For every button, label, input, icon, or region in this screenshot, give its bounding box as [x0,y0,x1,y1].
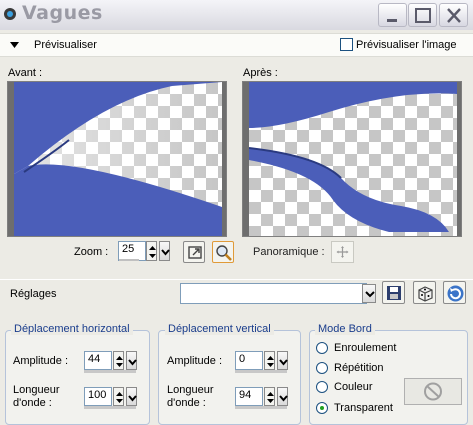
horizontal-amplitude-label: Amplitude : [13,355,69,367]
horizontal-wavelength-dropdown[interactable] [126,387,137,406]
vertical-amplitude-spinner[interactable] [264,351,275,370]
vertical-amplitude-slider[interactable] [235,370,287,373]
after-preview-image [249,82,457,236]
zoom-dropdown-button[interactable] [159,241,170,261]
dice-icon [418,286,433,302]
vertical-wavelength-input[interactable]: 94 [235,387,263,406]
minimize-icon [387,19,397,22]
vertical-wavelength-label-1: Longueur [167,384,214,396]
reset-button[interactable] [443,281,466,304]
before-preview[interactable] [7,81,227,237]
no-color-icon [424,382,442,401]
collapse-triangle-icon[interactable] [10,42,19,48]
close-button[interactable] [439,3,468,27]
vertical-wavelength-slider[interactable] [235,406,287,409]
close-icon [447,8,461,23]
pan-label: Panoramique : [253,246,325,258]
horizontal-wavelength-spinner[interactable] [113,387,124,406]
vertical-amplitude-dropdown[interactable] [277,351,288,370]
chevron-down-icon [365,291,375,298]
title-bar: Vagues [0,0,473,30]
save-disk-icon [387,286,401,300]
maximize-button[interactable] [408,3,437,27]
radio-repeat-label: Répétition [334,362,384,374]
chevron-down-icon [161,249,170,256]
radio-repeat[interactable] [316,362,328,374]
horizontal-displacement-group [5,330,150,425]
fit-window-icon [188,246,202,259]
radio-wrap-label: Enroulement [334,342,397,354]
radio-transparent[interactable] [316,402,328,414]
preview-image-label: Prévisualiser l'image [356,39,457,51]
separator [0,279,473,280]
horizontal-group-title: Déplacement horizontal [11,323,133,335]
chevron-down-icon [279,395,288,402]
preview-bar: Prévisualiser Prévisualiser l'image [0,33,473,57]
horizontal-amplitude-input[interactable]: 44 [84,351,112,370]
pan-button[interactable] [331,241,354,263]
radio-selected-dot [320,406,324,410]
horizontal-amplitude-dropdown[interactable] [126,351,137,370]
window-title: Vagues [22,2,103,24]
move-arrows-icon [336,246,349,258]
spinner-arrows-icon [116,392,123,403]
spinner-arrows-icon [116,356,123,367]
vertical-amplitude-input[interactable]: 0 [235,351,263,370]
chevron-down-icon [128,395,137,402]
horizontal-amplitude-spinner[interactable] [113,351,124,370]
edge-mode-title: Mode Bord [315,323,375,335]
spinner-arrows-icon [267,392,274,403]
horizontal-wavelength-slider[interactable] [84,406,136,409]
before-preview-image [14,82,222,236]
vertical-wavelength-spinner[interactable] [264,387,275,406]
fit-to-window-button[interactable] [183,241,205,263]
zoom-tool-button[interactable] [212,241,234,263]
horizontal-amplitude-slider[interactable] [84,370,136,373]
vertical-wavelength-label-2: d'onde : [167,397,206,409]
after-label: Après : [243,67,278,79]
radio-transparent-label: Transparent [334,402,393,414]
zoom-spinner[interactable] [146,241,157,261]
radio-color-label: Couleur [334,381,373,393]
spinner-arrows-icon [149,246,156,258]
chevron-down-icon [128,359,137,366]
minimize-button[interactable] [378,3,407,27]
radio-wrap[interactable] [316,342,328,354]
chevron-down-icon [279,359,288,366]
vertical-amplitude-label: Amplitude : [167,355,223,367]
before-label: Avant : [8,67,43,79]
magnifier-icon [216,245,232,261]
zoom-input[interactable]: 25 [118,241,146,261]
preset-dropdown-button[interactable] [362,284,376,303]
preset-input[interactable] [180,283,367,304]
zoom-label: Zoom : [74,246,109,258]
vertical-group-title: Déplacement vertical [165,323,274,335]
app-icon [4,8,16,20]
preview-label: Prévisualiser [34,39,97,51]
randomize-button[interactable] [413,281,436,304]
horizontal-wavelength-input[interactable]: 100 [84,387,112,406]
spinner-arrows-icon [267,356,274,367]
edge-color-swatch[interactable] [404,378,462,405]
radio-color[interactable] [316,381,328,393]
settings-label: Réglages [10,288,57,300]
after-preview[interactable] [242,81,462,237]
vertical-displacement-group [158,330,301,425]
vertical-wavelength-dropdown[interactable] [277,387,288,406]
reset-icon [447,285,464,302]
horizontal-wavelength-label-1: Longueur [13,384,60,396]
save-preset-button[interactable] [382,281,405,304]
preview-image-checkbox[interactable] [340,38,353,51]
maximize-icon [415,8,431,23]
horizontal-wavelength-label-2: d'onde : [13,397,52,409]
